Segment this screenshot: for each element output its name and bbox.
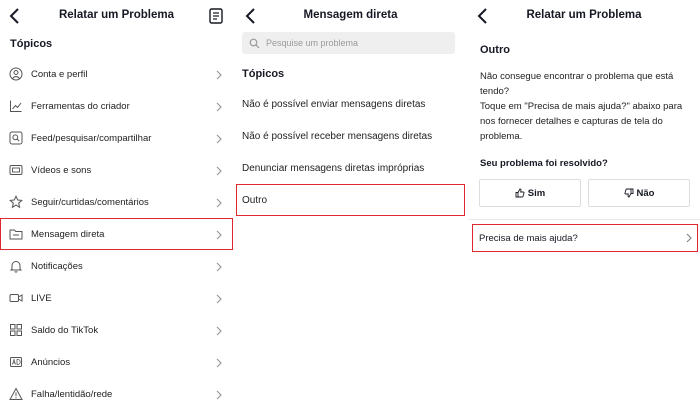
page-title: Relatar um Problema [58,9,175,21]
user-icon [9,67,23,81]
need-more-help-label: Precisa de mais ajuda? [479,232,578,244]
topic-report-inappropriate-dm[interactable]: Denunciar mensagens diretas impróprias [236,152,465,184]
chevron-right-icon [215,356,223,368]
topic-label: Ferramentas do criador [31,100,130,112]
topic-label: Falha/lentidão/rede [31,388,113,400]
resolved-question: Seu problema foi resolvido? [480,158,608,169]
chevron-right-icon [215,132,223,144]
report-problem-panel: Relatar um Problema Tópicos Conta e perf… [0,0,233,400]
section-title: Tópicos [242,68,285,80]
topic-list: Conta e perfil Ferramentas do criador Fe… [0,58,233,400]
live-icon [9,291,23,305]
video-icon [9,163,23,177]
help-description: Não consegue encontrar o problema que es… [480,69,690,144]
header: Mensagem direta [236,0,465,32]
topic-heading: Outro [480,44,510,56]
dm-topic-list: Não é possível enviar mensagens diretas … [236,88,465,216]
chevron-right-icon [215,388,223,400]
topic-direct-message[interactable]: Mensagem direta [0,218,233,250]
chart-icon [9,99,23,113]
topic-label: Vídeos e sons [31,164,92,176]
search-icon [249,38,260,48]
search-bar[interactable] [242,32,455,54]
no-label: Não [636,187,655,199]
chevron-right-icon [215,164,223,176]
page-title: Mensagem direta [303,9,398,21]
chevron-right-icon [215,100,223,112]
topic-live[interactable]: LIVE [0,282,233,314]
topic-label: Anúncios [31,356,71,368]
topic-other[interactable]: Outro [236,184,465,216]
topic-crash-lag-network[interactable]: Falha/lentidão/rede [0,378,233,400]
grid-icon [9,323,23,337]
topic-label: LIVE [31,292,52,304]
yes-label: Sim [527,187,546,199]
chevron-right-icon [215,68,223,80]
section-title: Tópicos [10,38,53,50]
need-more-help-row[interactable]: Precisa de mais ajuda? [472,224,698,252]
thumbs-up-icon [515,188,525,198]
topic-creator-tools[interactable]: Ferramentas do criador [0,90,233,122]
topic-notifications[interactable]: Notificações [0,250,233,282]
chevron-right-icon [215,260,223,272]
divider [468,219,700,220]
description-line: Não consegue encontrar o problema que es… [480,71,674,97]
chevron-right-icon [215,292,223,304]
chevron-right-icon [685,232,693,244]
topic-account-profile[interactable]: Conta e perfil [0,58,233,90]
bell-icon [9,259,23,273]
description-line: Toque em "Precisa de mais ajuda?" abaixo… [480,101,683,142]
direct-message-panel: Mensagem direta Tópicos Não é possível e… [236,0,465,400]
topic-ads[interactable]: Anúncios [0,346,233,378]
chevron-right-icon [215,324,223,336]
chevron-right-icon [215,228,223,240]
topic-videos-sounds[interactable]: Vídeos e sons [0,154,233,186]
topic-cannot-receive-dm[interactable]: Não é possível receber mensagens diretas [236,120,465,152]
topic-label: Mensagem direta [31,228,105,240]
header: Relatar um Problema [468,0,700,32]
topic-label: Saldo do TikTok [31,324,99,336]
page-title: Relatar um Problema [526,9,642,21]
warning-icon [9,387,23,400]
star-icon [8,194,24,209]
header: Relatar um Problema [0,0,233,32]
topic-feed-search-share[interactable]: Feed/pesquisar/compartilhar [0,122,233,154]
search-box-icon [9,131,23,145]
topic-follow-likes-comments[interactable]: Seguir/curtidas/comentários [0,186,233,218]
topic-label: Seguir/curtidas/comentários [31,196,149,208]
no-button[interactable]: Não [588,179,690,207]
search-input[interactable] [266,38,436,48]
thumbs-down-icon [623,188,633,198]
document-icon[interactable] [209,8,223,24]
ad-icon [9,355,23,369]
topic-label: Conta e perfil [31,68,88,80]
report-problem-detail-panel: Relatar um Problema Outro Não consegue e… [468,0,700,400]
topic-tiktok-balance[interactable]: Saldo do TikTok [0,314,233,346]
topic-label: Feed/pesquisar/compartilhar [31,132,152,144]
folder-icon [9,227,23,241]
topic-label: Notificações [31,260,83,272]
topic-cannot-send-dm[interactable]: Não é possível enviar mensagens diretas [236,88,465,120]
chevron-right-icon [215,196,223,208]
feedback-buttons: Sim Não [479,179,690,207]
yes-button[interactable]: Sim [479,179,581,207]
